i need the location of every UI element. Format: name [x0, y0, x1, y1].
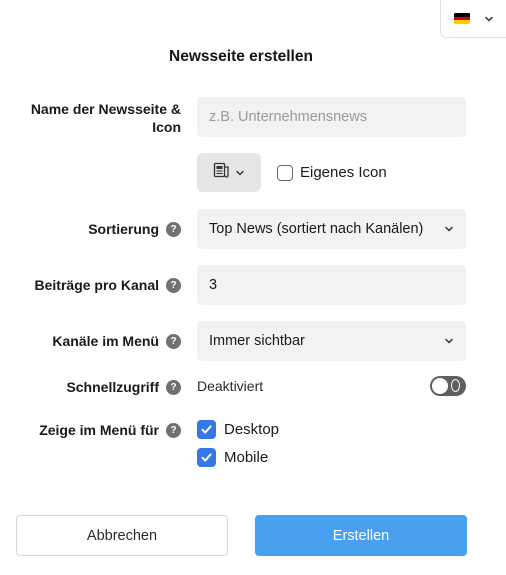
name-field-label: Name der Newsseite & Icon — [30, 101, 181, 135]
quick-access-label: Schnellzugriff — [66, 379, 159, 395]
help-icon[interactable]: ? — [166, 278, 181, 293]
name-field[interactable] — [197, 97, 466, 137]
sorting-select[interactable]: Top News (sortiert nach Kanälen) — [197, 209, 466, 249]
dialog-title: Newsseite erstellen — [169, 48, 313, 65]
toggle-off-indicator — [451, 379, 460, 392]
quick-access-status: Deaktiviert — [197, 378, 264, 394]
newspaper-icon — [213, 162, 230, 184]
desktop-checkbox[interactable] — [197, 420, 216, 439]
chevron-down-icon — [444, 224, 454, 234]
custom-icon-checkbox[interactable] — [277, 165, 293, 181]
chevron-down-icon — [484, 14, 494, 24]
sorting-label: Sortierung — [88, 221, 159, 237]
german-flag-icon — [453, 13, 470, 24]
quick-access-toggle[interactable] — [430, 376, 466, 396]
mobile-label: Mobile — [224, 449, 269, 466]
checkmark-icon — [201, 453, 212, 462]
cancel-button[interactable]: Abbrechen — [16, 515, 228, 556]
create-button[interactable]: Erstellen — [255, 515, 467, 556]
posts-per-channel-value: 3 — [209, 277, 218, 293]
chevron-down-icon — [235, 168, 245, 178]
name-input[interactable] — [209, 109, 454, 125]
checkmark-icon — [201, 425, 212, 434]
channels-in-menu-select[interactable]: Immer sichtbar — [197, 321, 466, 361]
sorting-value: Top News (sortiert nach Kanälen) — [209, 221, 424, 237]
posts-per-channel-input[interactable]: 3 — [197, 265, 466, 305]
icon-picker-button[interactable] — [197, 153, 261, 192]
chevron-down-icon — [444, 336, 454, 346]
posts-per-channel-label: Beiträge pro Kanal — [34, 277, 159, 293]
desktop-label: Desktop — [224, 421, 280, 438]
language-selector[interactable] — [440, 0, 506, 38]
custom-icon-label: Eigenes Icon — [300, 164, 387, 181]
mobile-checkbox[interactable] — [197, 448, 216, 467]
help-icon[interactable]: ? — [166, 334, 181, 349]
channels-in-menu-value: Immer sichtbar — [209, 333, 305, 349]
help-icon[interactable]: ? — [166, 423, 181, 438]
channels-in-menu-label: Kanäle im Menü — [52, 333, 159, 349]
help-icon[interactable]: ? — [166, 380, 181, 395]
toggle-knob — [432, 378, 448, 394]
help-icon[interactable]: ? — [166, 222, 181, 237]
show-in-menu-label: Zeige im Menü für — [39, 422, 159, 438]
